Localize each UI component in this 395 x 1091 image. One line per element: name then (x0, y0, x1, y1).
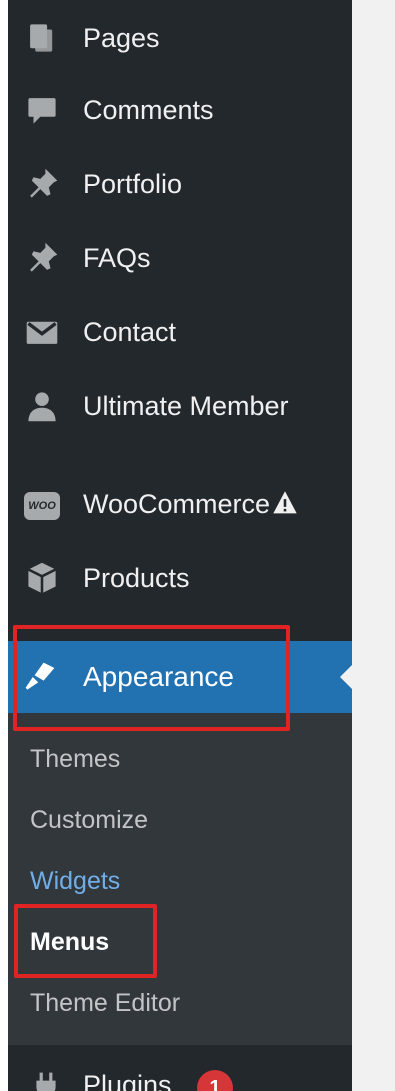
menu-label-products: Products (83, 562, 190, 593)
menu-item-pages[interactable]: Pages (8, 10, 352, 66)
menu-label-pages: Pages (83, 22, 160, 53)
menu-item-plugins[interactable]: Plugins (8, 1045, 352, 1091)
submenu-themes[interactable]: Themes (30, 745, 120, 774)
menu-item-contact[interactable]: Contact (8, 304, 352, 360)
menu-label-portfolio: Portfolio (83, 168, 183, 199)
highlight-box-appearance (13, 625, 290, 731)
envelope-icon (22, 312, 62, 352)
warning-icon (272, 490, 298, 523)
active-arrow (340, 665, 352, 689)
submenu-customize[interactable]: Customize (30, 806, 148, 835)
menu-item-products[interactable]: Products (8, 550, 352, 606)
menu-item-woocommerce[interactable]: WOO WooCommerce (8, 478, 352, 534)
pushpin-icon (22, 164, 62, 204)
page-edge (0, 0, 8, 1091)
menu-label-woocommerce: WooCommerce (83, 489, 271, 520)
menu-label-woocommerce-wrap: WooCommerce (83, 489, 298, 522)
menu-item-comments[interactable]: Comments (8, 82, 352, 138)
appearance-submenu: Themes Customize Widgets Menus Theme Edi… (8, 713, 352, 1045)
menu-item-ultimate-member[interactable]: Ultimate Member (8, 378, 352, 434)
woocommerce-icon: WOO (22, 486, 62, 526)
woocommerce-logo-text: WOO (24, 492, 60, 520)
highlight-box-menus (14, 904, 157, 978)
menu-item-portfolio[interactable]: Portfolio (8, 156, 352, 212)
menu-label-contact: Contact (83, 316, 177, 347)
submenu-widgets[interactable]: Widgets (30, 867, 120, 896)
plug-icon (30, 1071, 62, 1091)
user-icon (22, 386, 62, 426)
menu-label-ultimate-member: Ultimate Member (83, 390, 289, 421)
submenu-theme-editor[interactable]: Theme Editor (30, 989, 180, 1018)
pages-icon (22, 18, 62, 58)
pushpin-icon (22, 238, 62, 278)
menu-label-plugins: Plugins (83, 1070, 172, 1091)
menu-label-comments: Comments (83, 94, 214, 125)
menu-label-faqs: FAQs (83, 242, 151, 273)
box-icon (22, 558, 62, 598)
menu-item-faqs[interactable]: FAQs (8, 230, 352, 286)
comment-bubble-icon (22, 90, 62, 130)
